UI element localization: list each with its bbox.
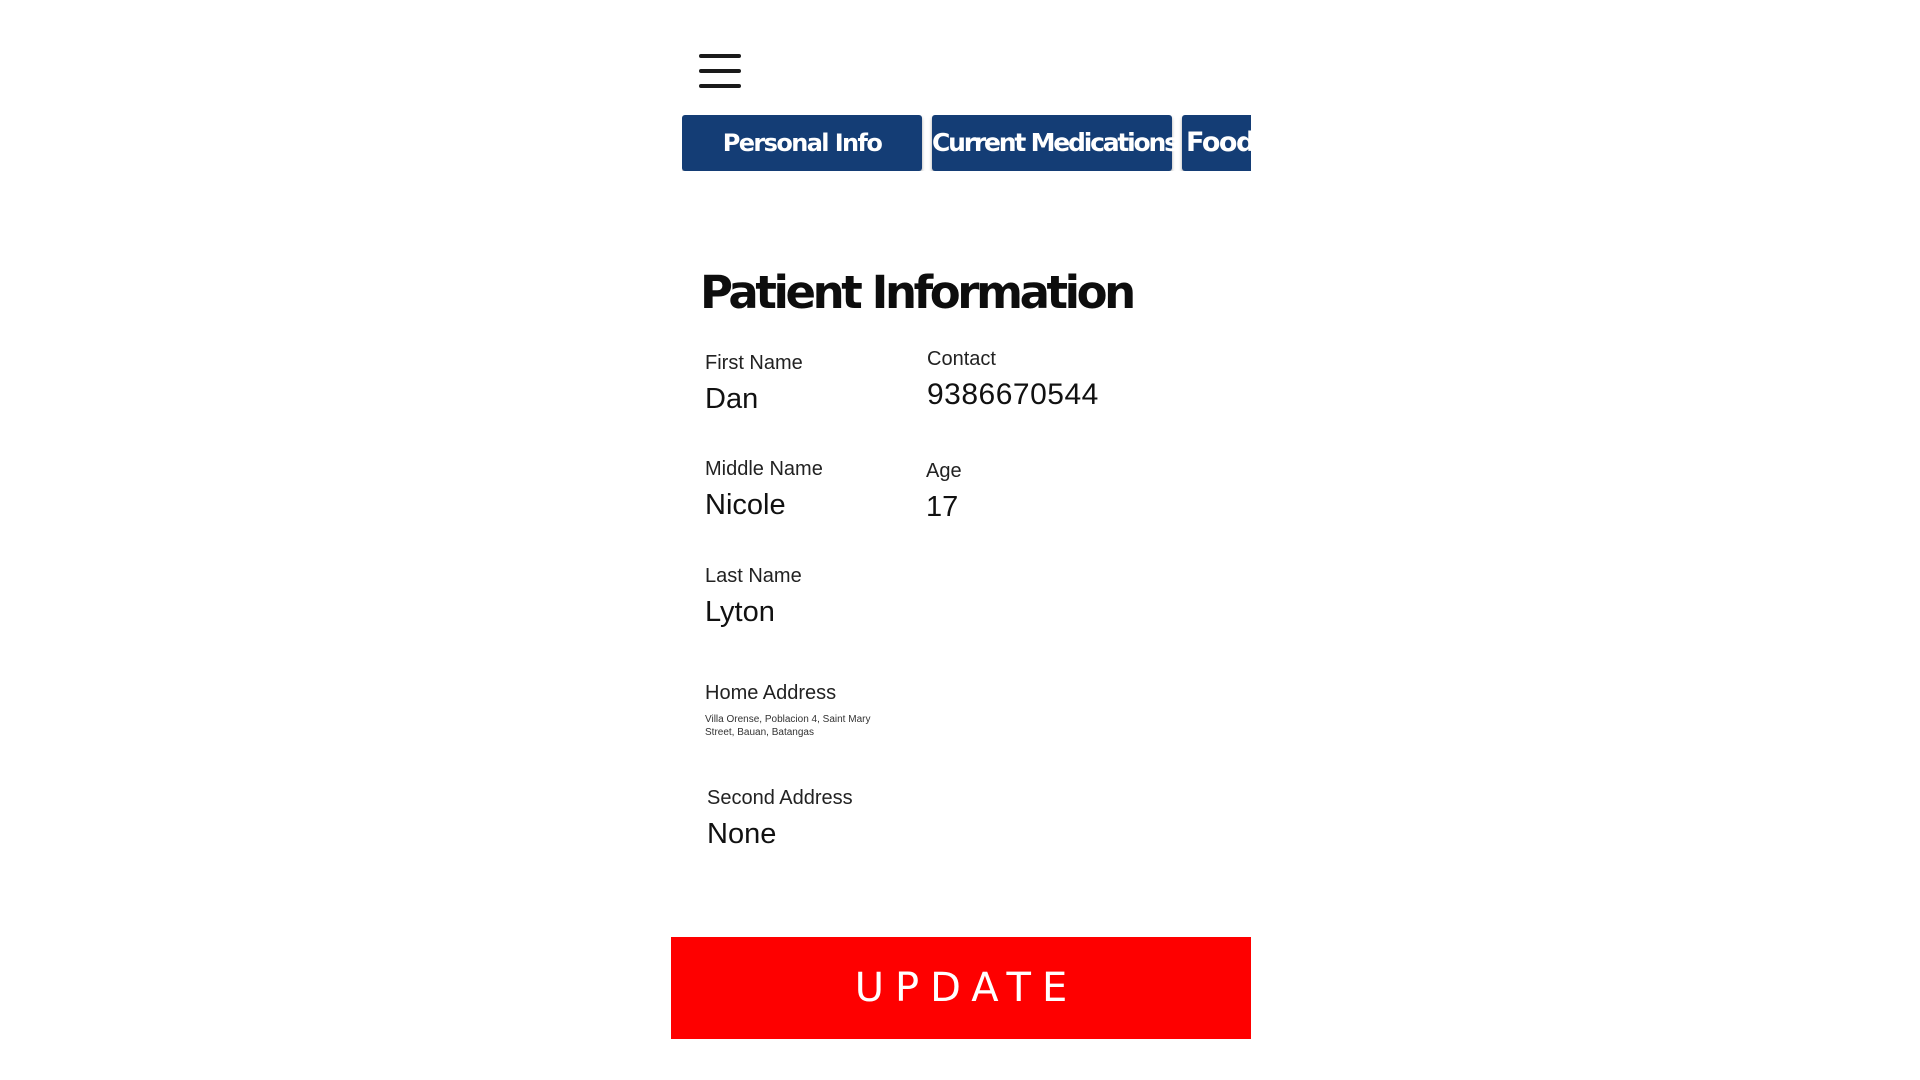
page: Personal Info Current Medications Food P… (0, 0, 1920, 1080)
tab-food[interactable]: Food (1182, 115, 1251, 171)
middle-name-label: Middle Name (705, 458, 823, 480)
first-name-value: Dan (705, 383, 759, 415)
menu-icon-bar (699, 54, 741, 58)
age-value: 17 (926, 491, 959, 523)
middle-name-field: Middle Name Nicole (705, 457, 823, 523)
last-name-label: Last Name (705, 565, 802, 587)
app-screen: Personal Info Current Medications Food P… (671, 0, 1251, 1080)
first-name-field: First Name Dan (705, 351, 803, 417)
contact-value: 9386670544 (927, 378, 1099, 411)
tab-personal-info[interactable]: Personal Info (682, 115, 922, 171)
contact-field: Contact 9386670544 (927, 347, 1099, 413)
age-label: Age (926, 460, 962, 482)
middle-name-value: Nicole (705, 489, 786, 521)
last-name-field: Last Name Lyton (705, 564, 802, 630)
tab-current-medications[interactable]: Current Medications (932, 115, 1179, 171)
first-name-label: First Name (705, 352, 803, 374)
menu-icon-bar (699, 84, 741, 88)
second-address-value: None (707, 818, 777, 850)
last-name-value: Lyton (705, 596, 775, 628)
second-address-field: Second Address None (707, 786, 853, 852)
hamburger-menu-icon[interactable] (699, 54, 743, 90)
home-address-field: Home Address Villa Orense, Poblacion 4, … (705, 681, 890, 739)
age-field: Age 17 (926, 459, 962, 525)
home-address-value: Villa Orense, Poblacion 4, Saint Mary St… (705, 714, 871, 738)
menu-icon-bar (699, 69, 741, 73)
page-title: Patient Information (700, 266, 1136, 319)
tab-bar: Personal Info Current Medications Food (682, 115, 1251, 171)
home-address-label: Home Address (705, 682, 837, 704)
second-address-label: Second Address (707, 787, 853, 809)
contact-label: Contact (927, 348, 996, 370)
update-button[interactable]: UPDATE (671, 937, 1251, 1039)
